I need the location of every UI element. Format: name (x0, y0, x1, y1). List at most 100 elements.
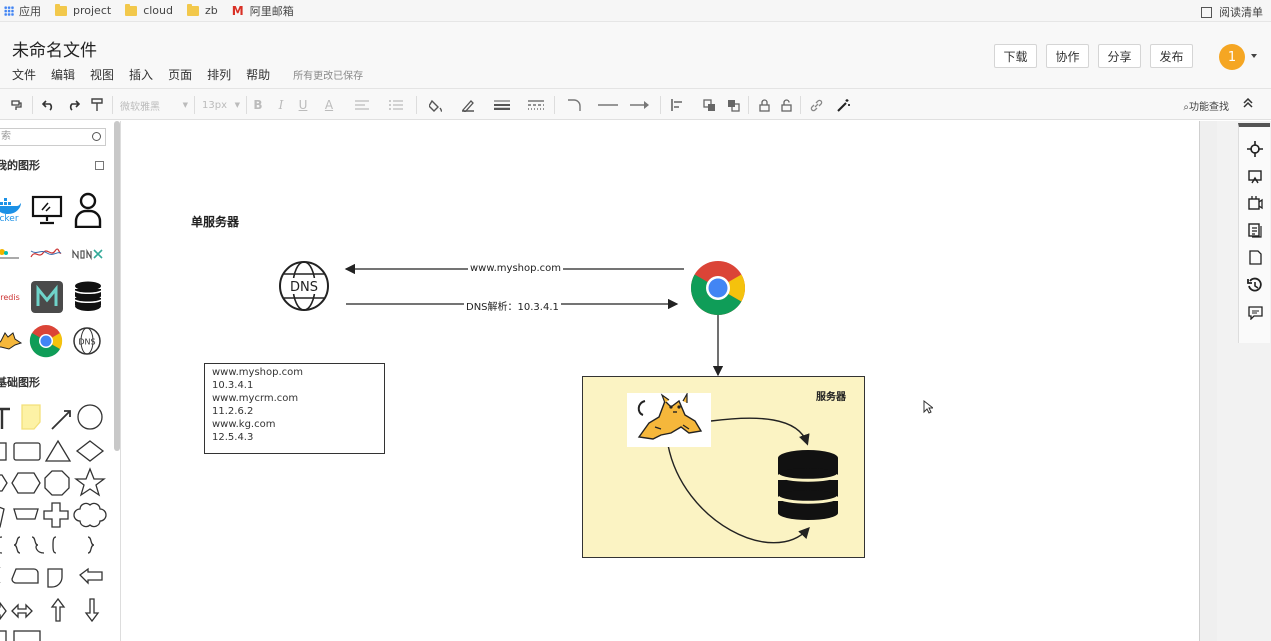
paint-brush-icon[interactable] (88, 97, 106, 113)
menu-view[interactable]: 视图 (90, 66, 114, 83)
basic-shapes-grid[interactable] (0, 403, 108, 641)
line-color-icon[interactable] (456, 97, 480, 113)
apps-icon (4, 5, 14, 16)
menu-file[interactable]: 文件 (12, 66, 36, 83)
undo-icon[interactable] (40, 97, 58, 113)
shape-search-input[interactable]: 索 (0, 128, 106, 146)
data-attributes-icon[interactable] (1243, 193, 1267, 213)
tomcat-db-arrow[interactable] (710, 417, 810, 446)
font-color-icon[interactable]: A (320, 97, 338, 113)
left-panel-scrollbar[interactable] (114, 121, 120, 451)
dns-record-line: 10.3.4.1 (212, 380, 254, 391)
edge-response-label[interactable]: DNS解析：10.3.4.1 (464, 298, 561, 313)
bold-icon[interactable]: B (252, 97, 264, 113)
bookmark-aliyun-mail[interactable]: M 阿里邮箱 (232, 3, 294, 19)
monitor-shape[interactable] (30, 193, 64, 227)
chevron-down-icon: ▼ (182, 101, 188, 109)
redis-logo[interactable]: redis (0, 287, 24, 307)
docker-icon (0, 198, 21, 214)
right-tool-strip (1238, 123, 1270, 343)
dns-shape[interactable]: DNS (72, 326, 102, 356)
format-panel-icon[interactable] (1243, 167, 1267, 187)
navigator-icon[interactable] (1243, 139, 1267, 159)
avatar[interactable]: 1 (1219, 44, 1245, 70)
diagram-canvas[interactable]: 单服务器 DNS www.myshop.com DNS解析：10.3.4.1 w… (121, 121, 1217, 641)
fill-color-icon[interactable] (424, 97, 448, 113)
collapse-toolbar-icon[interactable] (1243, 97, 1253, 111)
folder-icon (55, 3, 67, 16)
line-width-icon[interactable] (490, 97, 514, 113)
canvas-gutter (1200, 121, 1217, 641)
dns-record-line: 12.5.4.3 (212, 432, 254, 443)
bookmark-apps[interactable]: 应用 (4, 3, 41, 19)
italic-icon[interactable]: I (275, 97, 287, 113)
section-basic-shapes[interactable]: 基础图形 (0, 373, 106, 393)
find-function-button[interactable]: ⌕功能查找 (1183, 98, 1229, 113)
server-container[interactable]: 服务器 (582, 376, 865, 558)
cursor-icon (923, 400, 933, 414)
svg-text:DNS: DNS (78, 338, 95, 347)
database-node[interactable] (776, 449, 840, 521)
redo-icon[interactable] (64, 97, 82, 113)
reading-list[interactable]: 阅读清单 (1201, 4, 1263, 20)
tomcat-node[interactable] (627, 393, 711, 447)
send-back-icon[interactable] (724, 97, 742, 113)
activemq-logo[interactable] (28, 245, 64, 263)
docker-shape[interactable]: cker (0, 193, 24, 227)
magic-wand-icon[interactable] (836, 97, 852, 113)
arrow-end-icon[interactable] (626, 97, 654, 113)
bookmark-zb[interactable]: zb (186, 3, 218, 17)
connector-curve-icon[interactable] (562, 97, 586, 113)
chrome-browser-node[interactable] (689, 259, 747, 317)
bookmarks-bar: 应用 project cloud zb M 阿里邮箱 阅读清单 (0, 0, 1271, 22)
nginx-logo[interactable] (70, 245, 106, 263)
document-title[interactable]: 未命名文件 (12, 36, 97, 61)
underline-icon[interactable]: U (297, 97, 309, 113)
share-button[interactable]: 分享 (1098, 44, 1141, 68)
lock-icon[interactable] (756, 97, 772, 113)
comment-icon[interactable] (1243, 303, 1267, 323)
menu-help[interactable]: 帮助 (246, 66, 270, 83)
page-list-icon[interactable] (1243, 220, 1267, 240)
list-icon[interactable] (384, 97, 408, 113)
elasticsearch-logo[interactable] (0, 245, 24, 263)
bring-front-icon[interactable] (700, 97, 718, 113)
publish-button[interactable]: 发布 (1150, 44, 1193, 68)
edge-request-label[interactable]: www.myshop.com (468, 263, 564, 274)
line-start-icon[interactable] (594, 97, 622, 113)
font-size-select[interactable]: 13px ▼ (202, 97, 240, 113)
menu-bar: 文件 编辑 视图 插入 页面 排列 帮助 所有更改已保存 (12, 66, 378, 83)
download-button[interactable]: 下载 (994, 44, 1037, 68)
bookmark-project[interactable]: project (55, 3, 111, 17)
gmail-icon: M (231, 3, 244, 18)
menu-page[interactable]: 页面 (168, 66, 192, 83)
tomcat-shape[interactable] (0, 326, 24, 356)
search-icon (92, 132, 101, 141)
align-shapes-icon[interactable] (668, 97, 686, 113)
edit-icon[interactable] (95, 161, 104, 170)
chevron-down-icon[interactable] (1251, 54, 1257, 58)
dns-records-box[interactable]: www.myshop.com 10.3.4.1 www.mycrm.com 11… (204, 363, 385, 454)
align-icon[interactable] (350, 97, 374, 113)
link-icon[interactable] (808, 97, 824, 113)
menu-arrange[interactable]: 排列 (207, 66, 231, 83)
bookmark-cloud[interactable]: cloud (125, 3, 173, 17)
line-style-icon[interactable] (524, 97, 548, 113)
chrome-shape[interactable] (28, 323, 64, 359)
section-my-shapes[interactable]: 我的图形 (0, 156, 106, 176)
menu-edit[interactable]: 编辑 (51, 66, 75, 83)
page-settings-icon[interactable] (1243, 247, 1267, 267)
save-status: 所有更改已保存 (293, 71, 364, 82)
format-toolbar: 微软雅黑 ▼ 13px ▼ B I U A ⌕功能查找 (0, 88, 1271, 120)
user-shape[interactable] (72, 191, 104, 229)
collaborate-button[interactable]: 协作 (1046, 44, 1089, 68)
history-icon[interactable] (1243, 275, 1267, 295)
unlock-icon[interactable] (778, 97, 794, 113)
mycat-logo[interactable] (30, 280, 64, 314)
menu-insert[interactable]: 插入 (129, 66, 153, 83)
format-painter-icon[interactable] (8, 97, 26, 113)
reading-list-icon (1201, 6, 1212, 18)
font-family-select[interactable]: 微软雅黑 ▼ (120, 97, 188, 113)
folder-icon (186, 3, 199, 16)
database-shape[interactable] (72, 280, 104, 314)
